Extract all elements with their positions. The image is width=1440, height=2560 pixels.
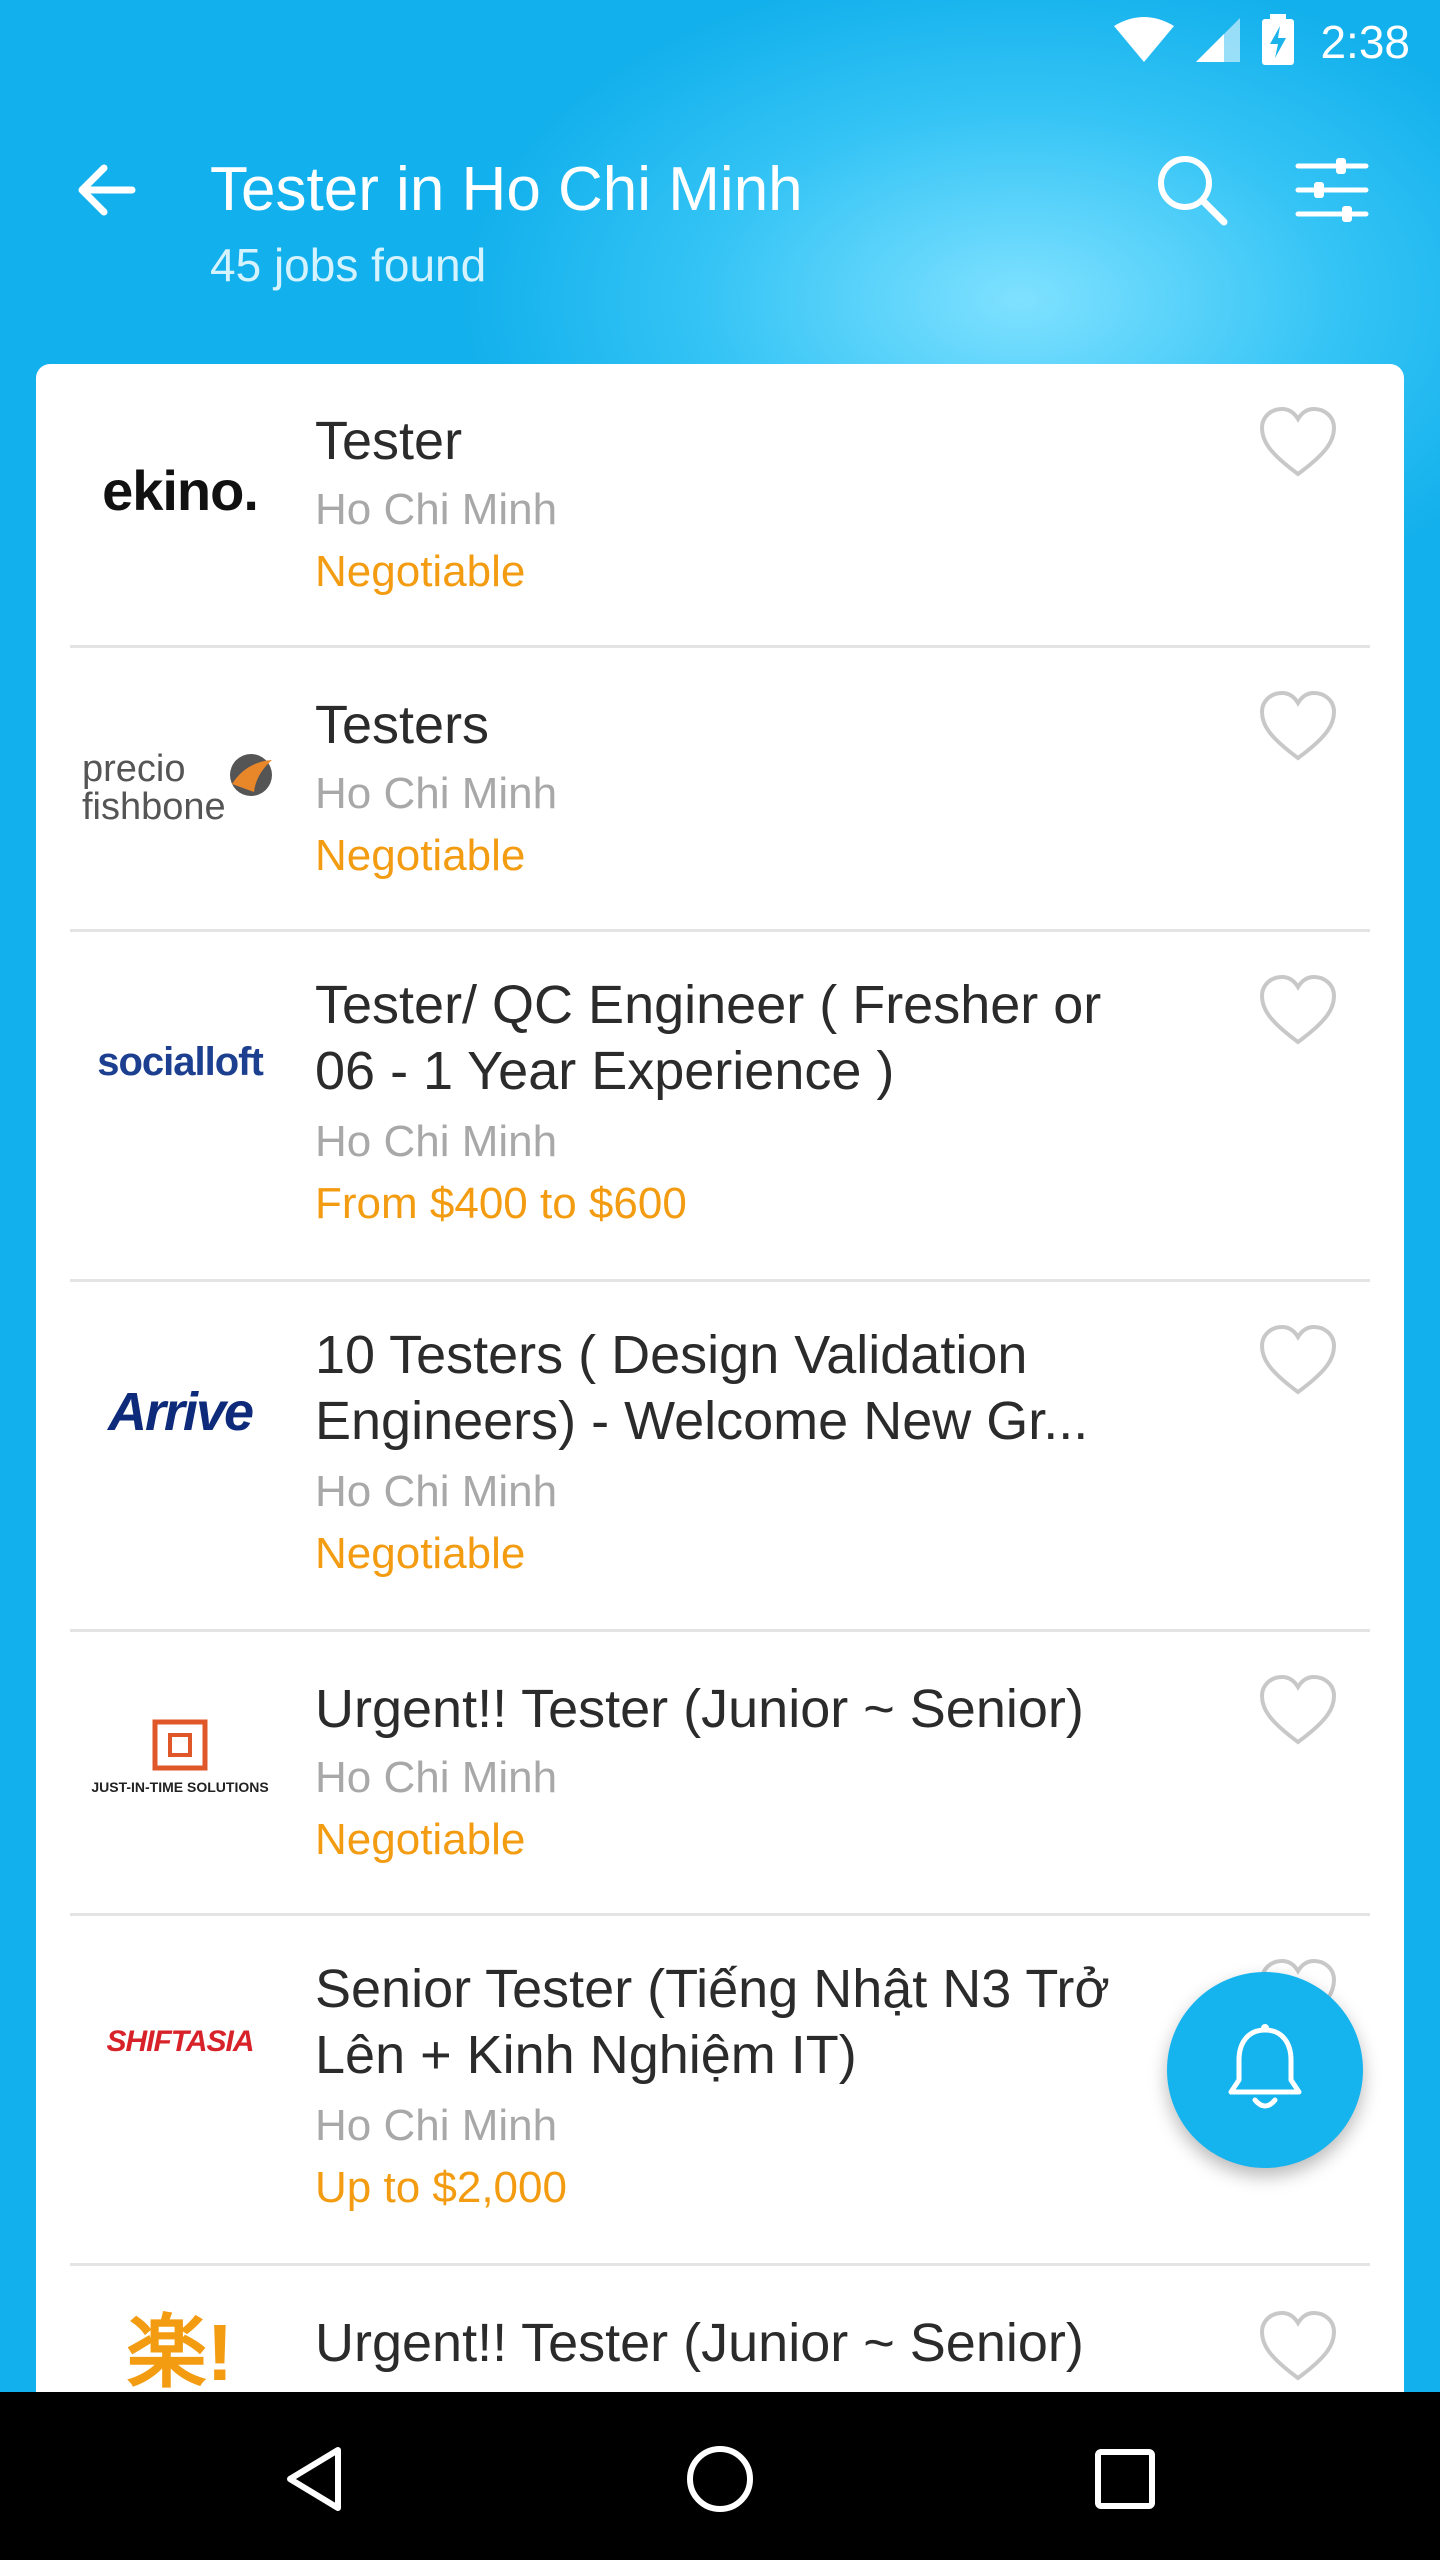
- job-location: Ho Chi Minh: [315, 769, 558, 818]
- job-location: Ho Chi Minh: [315, 1467, 558, 1516]
- job-location: Ho Chi Minh: [315, 1117, 558, 1166]
- bell-icon: [1223, 2022, 1307, 2119]
- job-salary: Negotiable: [315, 831, 526, 880]
- wifi-icon: [1112, 16, 1176, 69]
- job-title: 10 Testers ( Design Validation Engineers…: [315, 1325, 1089, 1451]
- favorite-heart-icon[interactable]: [1258, 1324, 1338, 1396]
- company-logo-precio-fishbone: precio fishbone: [82, 738, 278, 838]
- job-title: Tester/ QC Engineer ( Fresher or 06 - 1 …: [315, 975, 1102, 1101]
- job-title: Urgent!! Tester (Junior ~ Senior): [315, 2313, 1084, 2373]
- battery-charging-icon: [1260, 13, 1296, 71]
- job-title: Senior Tester (Tiếng Nhật N3 Trở Lên + K…: [315, 1959, 1110, 2085]
- job-title: Tester: [315, 411, 463, 471]
- company-logo-shiftasia: SHIFTASIA: [106, 2025, 254, 2058]
- app-bar: Tester in Ho Chi Minh 45 jobs found: [0, 84, 1440, 364]
- job-salary: Up to $2,000: [315, 2163, 567, 2212]
- job-item[interactable]: socialloft Tester/ QC Engineer ( Fresher…: [36, 932, 1404, 1282]
- job-item[interactable]: ekino. Tester Ho Chi Minh Negotiable: [36, 364, 1404, 648]
- favorite-heart-icon[interactable]: [1258, 1674, 1338, 1746]
- recents-square-icon[interactable]: [1080, 2434, 1170, 2524]
- status-bar: 2:38: [0, 0, 1440, 84]
- signal-icon: [1194, 16, 1242, 69]
- favorite-heart-icon[interactable]: [1258, 2310, 1338, 2382]
- page-title: Tester in Ho Chi Minh: [210, 155, 803, 224]
- favorite-heart-icon[interactable]: [1258, 690, 1338, 762]
- company-logo-just-in-time: JUST-IN-TIME SOLUTIONS: [82, 1692, 278, 1822]
- job-location: Ho Chi Minh: [315, 1753, 558, 1802]
- job-salary: From $400 to $600: [315, 1179, 687, 1228]
- job-list: ekino. Tester Ho Chi Minh Negotiable pre…: [36, 364, 1404, 2464]
- company-logo-raku: 楽!: [126, 2308, 234, 2397]
- job-salary: Negotiable: [315, 1815, 526, 1864]
- favorite-heart-icon[interactable]: [1258, 974, 1338, 1046]
- job-title: Urgent!! Tester (Junior ~ Senior): [315, 1679, 1084, 1739]
- job-salary: Negotiable: [315, 1529, 526, 1578]
- jobs-count: 45 jobs found: [210, 239, 487, 291]
- back-triangle-icon[interactable]: [270, 2434, 360, 2524]
- filter-sliders-icon[interactable]: [1292, 150, 1372, 230]
- company-logo-ekino: ekino.: [102, 458, 259, 522]
- back-arrow-icon[interactable]: [70, 154, 142, 226]
- job-item[interactable]: precio fishbone Testers Ho Chi Minh Nego…: [36, 648, 1404, 932]
- favorite-heart-icon[interactable]: [1258, 406, 1338, 478]
- job-item[interactable]: JUST-IN-TIME SOLUTIONS Urgent!! Tester (…: [36, 1632, 1404, 1916]
- job-item[interactable]: Arrive 10 Testers ( Design Validation En…: [36, 1282, 1404, 1632]
- company-logo-arrive: Arrive: [107, 1382, 254, 1442]
- home-circle-icon[interactable]: [675, 2434, 765, 2524]
- company-logo-socialloft: socialloft: [97, 1039, 264, 1084]
- job-location: Ho Chi Minh: [315, 2101, 558, 2150]
- job-location: Ho Chi Minh: [315, 485, 558, 534]
- job-alert-fab[interactable]: [1167, 1972, 1363, 2168]
- job-salary: Negotiable: [315, 547, 526, 596]
- search-icon[interactable]: [1152, 150, 1232, 230]
- clock: 2:38: [1320, 16, 1410, 68]
- system-nav-bar: [0, 2392, 1440, 2560]
- job-title: Testers: [315, 695, 490, 755]
